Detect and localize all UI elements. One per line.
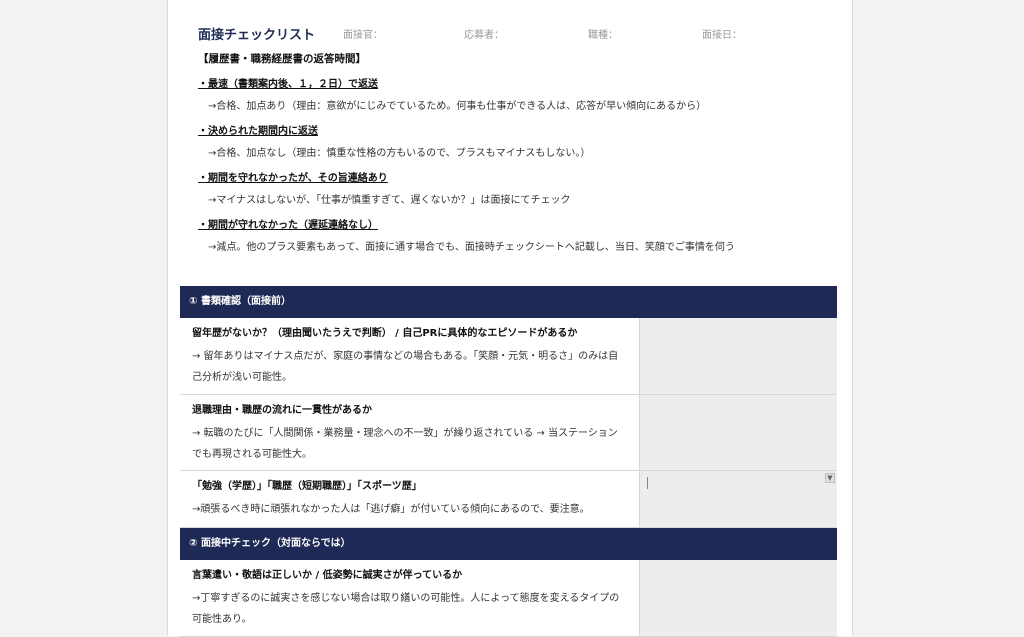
question-note: → 転職のたびに「人間関係・業務量・理念への不一致」が繰り返されている → 当ス…	[192, 428, 618, 460]
checklist-table: ① 書類確認（面接前） 留年歴がないか？（理由聞いたうえで判断） / 自己PRに…	[180, 286, 837, 637]
criteria-description: →減点。他のプラス要素もあって、面接に通す場合でも、面接時チェックシートへ記載し…	[208, 242, 735, 253]
text-cursor	[647, 477, 648, 489]
criteria-title: ・期間が守れなかった（遅延連絡なし）	[198, 220, 378, 231]
criteria-description: →マイナスはしないが、「仕事が慎重すぎて、遅くないか？」は面接にてチェック	[208, 195, 571, 206]
section-header-interview-check: ② 面接中チェック（対面ならでは）	[180, 528, 837, 560]
date-label: 面接日：	[702, 30, 742, 41]
question-title: 「勉強（学歴）」「職歴（短期職歴）」「スポーツ歴」	[192, 481, 422, 492]
question-title: 留年歴がないか？（理由聞いたうえで判断） / 自己PRに具体的なエピソードがある…	[192, 328, 578, 339]
answer-dropdown[interactable]: ▼	[640, 471, 837, 527]
criteria-title: ・決められた期間内に返送	[198, 126, 318, 137]
question-note: →頑張るべき時に頑張れなかった人は「逃げ癖」が付いている傾向にあるので、要注意。	[192, 504, 590, 515]
chevron-down-icon[interactable]: ▼	[825, 473, 835, 483]
question-cell: 留年歴がないか？（理由聞いたうえで判断） / 自己PRに具体的なエピソードがある…	[180, 318, 640, 394]
job-label: 職種：	[588, 30, 618, 41]
question-cell: 言葉遣い・敬語は正しいか / 低姿勢に誠実さが伴っているか →丁寧すぎるのに誠実…	[180, 560, 640, 636]
sheet-header: 面接チェックリスト 面接官： 応募者： 職種： 面接日：	[168, 24, 852, 43]
applicant-label: 応募者：	[464, 30, 504, 41]
table-row: 留年歴がないか？（理由聞いたうえで判断） / 自己PRに具体的なエピソードがある…	[180, 318, 837, 395]
question-note: →丁寧すぎるのに誠実さを感じない場合は取り繕いの可能性。人によって態度を変えるタ…	[192, 593, 620, 625]
answer-cell[interactable]	[640, 560, 837, 636]
question-cell: 「勉強（学歴）」「職歴（短期職歴）」「スポーツ歴」 →頑張るべき時に頑張れなかっ…	[180, 471, 640, 527]
answer-cell[interactable]	[640, 318, 837, 394]
question-title: 退職理由・職歴の流れに一貫性があるか	[192, 405, 372, 416]
answer-cell[interactable]	[640, 395, 837, 470]
criteria-title: ・最速（書類案内後、１，２日）で返送	[198, 79, 378, 90]
table-row: 言葉遣い・敬語は正しいか / 低姿勢に誠実さが伴っているか →丁寧すぎるのに誠実…	[180, 560, 837, 637]
page-title: 面接チェックリスト	[198, 28, 316, 43]
checklist-sheet: 面接チェックリスト 面接官： 応募者： 職種： 面接日： 【履歴書・職務経歴書の…	[167, 0, 853, 637]
question-title: 言葉遣い・敬語は正しいか / 低姿勢に誠実さが伴っているか	[192, 570, 463, 581]
question-note: → 留年ありはマイナス点だが、家庭の事情などの場合もある。「笑顔・元気・明るさ」…	[192, 351, 619, 383]
table-row: 退職理由・職歴の流れに一貫性があるか → 転職のたびに「人間関係・業務量・理念へ…	[180, 395, 837, 471]
criteria-description: →合格、加点なし（理由：慎重な性格の方もいるので、プラスもマイナスもしない。）	[208, 148, 591, 159]
criteria-title: ・期間を守れなかったが、その旨連絡あり	[198, 173, 388, 184]
question-cell: 退職理由・職歴の流れに一貫性があるか → 転職のたびに「人間関係・業務量・理念へ…	[180, 395, 640, 470]
table-row: 「勉強（学歴）」「職歴（短期職歴）」「スポーツ歴」 →頑張るべき時に頑張れなかっ…	[180, 471, 837, 528]
section-header-document-check: ① 書類確認（面接前）	[180, 286, 837, 318]
interviewer-label: 面接官：	[343, 30, 383, 41]
response-time-section: 【履歴書・職務経歴書の返答時間】 ・最速（書類案内後、１，２日）で返送 →合格、…	[198, 50, 838, 262]
criteria-description: →合格、加点あり（理由：意欲がにじみでているため。何事も仕事ができる人は、応答が…	[208, 101, 707, 112]
response-time-heading: 【履歴書・職務経歴書の返答時間】	[198, 53, 366, 65]
